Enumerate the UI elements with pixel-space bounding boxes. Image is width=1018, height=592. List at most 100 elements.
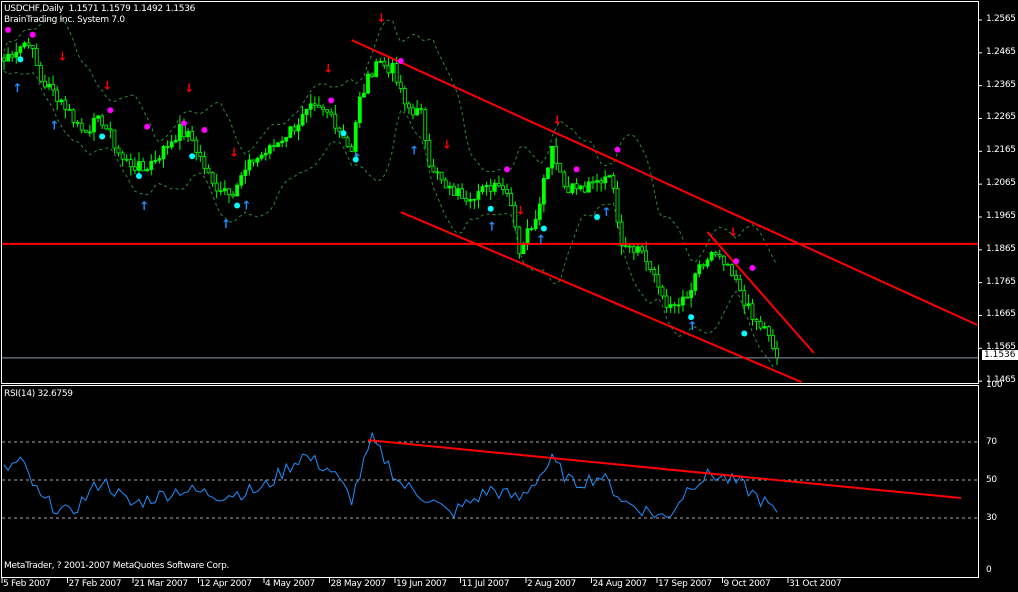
symbol-header: USDCHF,Daily 1.1571 1.1579 1.1492 1.1536 [4,4,195,14]
candle-body [599,180,604,184]
rsi-axis-label: 100 [986,380,1003,390]
signal-dot-cyan [688,314,695,321]
date-axis-label: 21 Mar 2007 [134,579,188,589]
candle-body [198,151,203,157]
up-arrow-icon: ↑ [536,232,546,246]
candle-body [263,152,268,156]
symbol-label: USDCHF,Daily [4,4,64,14]
candle-body [214,182,219,192]
price-axis-label: 1.1765 [986,276,1016,287]
candle-body [333,113,338,129]
candle-body [267,145,272,154]
candle-body [443,179,448,189]
signal-dot-cyan [540,225,547,232]
rsi-line [3,431,778,519]
candle-body [165,146,170,148]
signal-dot-magenta [614,146,621,153]
candle-body [18,46,23,53]
candle-body [169,141,174,148]
candle-body [537,203,542,220]
signal-dot-magenta [749,264,756,271]
candle-body [664,295,669,308]
date-axis-label: 12 Apr 2007 [199,579,253,589]
candle-body [157,158,162,161]
candle-body [366,73,370,94]
candle-body [259,154,264,159]
candle-body [550,145,554,169]
signal-dot-magenta [573,166,580,173]
down-arrow-icon: ↓ [184,81,194,95]
up-arrow-icon: ↑ [687,319,697,333]
candle-body [247,159,252,171]
candle-body [541,178,546,205]
price-axis-label: 1.2265 [986,112,1016,123]
candle-body [337,127,342,132]
signal-dot-cyan [594,213,601,220]
rsi-axis-label: 50 [986,475,997,485]
candle-body [554,145,559,164]
candle-body [120,152,125,160]
candle-body [116,147,121,154]
candle-body [243,169,248,177]
candle-body [648,261,653,270]
candle-body [730,264,734,277]
price-axis-label: 1.1965 [986,210,1016,221]
candle-body [570,183,575,193]
candle-body [582,185,587,193]
down-arrow-icon: ↓ [442,138,452,152]
candle-body [492,182,497,192]
candle-body [750,303,755,320]
candle-body [231,194,235,197]
date-axis-label: 28 May 2007 [330,579,387,589]
signal-dot-magenta [733,258,740,265]
candle-body [186,131,190,138]
indicator-label: BrainTrading Inc. System 7.0 [4,15,125,25]
candle-body [272,145,276,148]
signal-dot-cyan [135,172,142,179]
signal-dot-cyan [234,202,241,209]
candle-body [713,251,718,255]
candle-body [521,243,526,255]
signal-dot-magenta [180,120,187,127]
candle-body [566,185,571,193]
candle-body [766,326,771,336]
candle-body [312,103,317,106]
rsi-axis-label: 30 [986,513,997,523]
candle-body [92,117,96,133]
down-arrow-icon: ↓ [376,11,386,25]
up-arrow-icon: ↑ [409,143,419,157]
price-axis-label: 1.2465 [986,46,1016,57]
rsi-label: RSI(14) 32.6759 [4,389,73,399]
candle-body [382,60,387,67]
candle-body [746,303,751,306]
rsi-axis-label: 70 [986,437,997,447]
candle-body [676,304,681,307]
candle-body [251,159,256,163]
candle-body [227,188,231,195]
price-axis-label: 1.2365 [986,79,1016,90]
candle-body [407,103,411,109]
candle-body [26,42,31,46]
signal-dot-cyan [17,56,24,63]
candle-body [476,191,481,200]
candle-body [112,129,117,149]
candle-body [47,83,51,88]
candle-body [300,114,305,126]
price-axis-label: 1.1665 [986,309,1016,320]
candle-body [394,63,399,83]
rsi-axis-label: 0 [986,565,992,575]
candle-body [63,99,68,110]
date-axis-label: 4 May 2007 [265,579,315,589]
lower-band-line [3,70,778,375]
candle-body [435,171,440,174]
candle-body [255,157,260,163]
candle-body [161,146,166,159]
candle-body [22,42,27,48]
candle-body [378,60,383,63]
candle-body [685,296,689,299]
candle-body [43,80,47,88]
candle-body [141,161,145,172]
signal-dot-cyan [487,205,494,212]
candle-body [415,108,419,116]
down-arrow-icon: ↓ [728,225,738,239]
